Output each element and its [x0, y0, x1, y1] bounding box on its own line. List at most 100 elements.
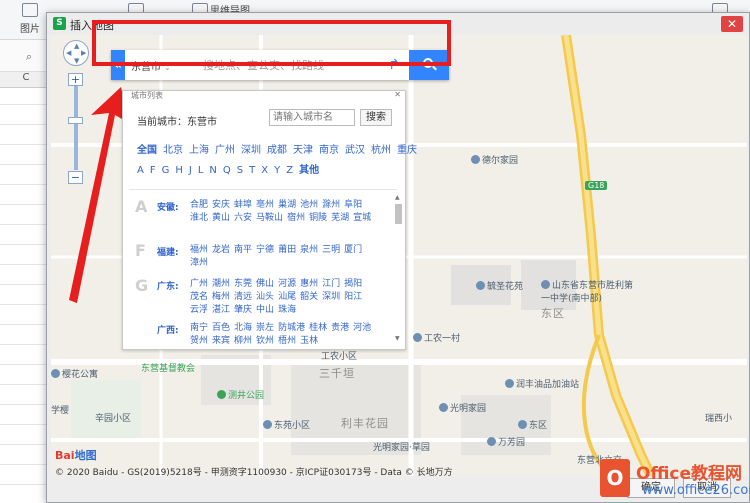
- zoom-out-button[interactable]: −: [68, 171, 83, 184]
- scroll-down-icon[interactable]: ▼: [395, 335, 400, 342]
- poi-label[interactable]: 东营基督教会: [141, 361, 195, 374]
- city-link[interactable]: 珠海: [278, 304, 296, 317]
- city-link[interactable]: 茂名: [190, 291, 208, 304]
- city-link[interactable]: 汕尾: [278, 291, 296, 304]
- city-link[interactable]: 揭阳: [344, 278, 362, 291]
- zoom-slider-track[interactable]: [74, 85, 78, 170]
- city-link[interactable]: 韶关: [300, 291, 318, 304]
- city-link[interactable]: 蚌埠: [234, 199, 252, 212]
- city-link[interactable]: 惠州: [300, 278, 318, 291]
- zoom-slider-handle[interactable]: [68, 117, 83, 124]
- city-link[interactable]: 肇庆: [234, 304, 252, 317]
- letter-link[interactable]: G: [162, 165, 170, 176]
- hot-city-link[interactable]: 成都: [267, 145, 287, 156]
- province-label[interactable]: 福建:: [157, 245, 179, 258]
- city-link[interactable]: 北海: [234, 322, 252, 335]
- city-link[interactable]: 河池: [353, 322, 371, 335]
- letter-link[interactable]: L: [198, 165, 204, 176]
- city-link[interactable]: 桂林: [309, 322, 327, 335]
- poi-label[interactable]: 东区: [518, 418, 547, 431]
- city-link[interactable]: 崇左: [256, 322, 274, 335]
- city-link[interactable]: 贺州: [190, 335, 208, 348]
- city-link[interactable]: 池州: [300, 199, 318, 212]
- city-link[interactable]: 清远: [234, 291, 252, 304]
- city-link[interactable]: 河源: [278, 278, 296, 291]
- toolbar-picture-label[interactable]: 图片: [20, 20, 40, 35]
- city-link[interactable]: 钦州: [256, 335, 274, 348]
- city-link[interactable]: 黄山: [212, 212, 230, 225]
- city-link[interactable]: 莆田: [278, 244, 296, 257]
- panel-scrollbar[interactable]: ▲ ▼: [395, 194, 402, 344]
- letter-link[interactable]: 其他: [299, 165, 319, 176]
- pan-right-icon[interactable]: ▶: [81, 49, 86, 57]
- city-link[interactable]: 淮北: [190, 212, 208, 225]
- zoom-icon[interactable]: ⌕: [26, 50, 32, 64]
- letter-link[interactable]: H: [175, 165, 183, 176]
- city-link[interactable]: 福州: [190, 244, 208, 257]
- hot-city-link[interactable]: 全国: [137, 145, 157, 156]
- city-link[interactable]: 梧州: [278, 335, 296, 348]
- city-link[interactable]: 宿州: [287, 212, 305, 225]
- poi-label[interactable]: 樱花公寓: [51, 367, 98, 380]
- scroll-up-icon[interactable]: ▲: [395, 194, 400, 201]
- city-link[interactable]: 湛江: [212, 304, 230, 317]
- letter-link[interactable]: F: [150, 165, 156, 176]
- city-link[interactable]: 贵港: [331, 322, 349, 335]
- poi-label[interactable]: 辛园小区: [95, 411, 131, 424]
- hot-city-link[interactable]: 北京: [163, 145, 183, 156]
- city-search-button[interactable]: 搜索: [360, 109, 392, 126]
- city-link[interactable]: 南宁: [190, 322, 208, 335]
- city-link[interactable]: 芜湖: [331, 212, 349, 225]
- city-link[interactable]: 汕头: [256, 291, 274, 304]
- hot-city-link[interactable]: 重庆: [397, 145, 417, 156]
- city-link[interactable]: 厦门: [344, 244, 362, 257]
- hot-city-link[interactable]: 杭州: [371, 145, 391, 156]
- poi-label[interactable]: 工农小区: [321, 349, 357, 362]
- hot-city-link[interactable]: 天津: [293, 145, 313, 156]
- letter-link[interactable]: Y: [274, 165, 280, 176]
- zoom-in-button[interactable]: +: [68, 73, 83, 86]
- letter-link[interactable]: J: [189, 165, 192, 176]
- letter-link[interactable]: S: [237, 165, 243, 176]
- poi-label[interactable]: 学樱: [51, 403, 69, 416]
- panel-close-icon[interactable]: ✕: [394, 90, 401, 99]
- poi-label[interactable]: 光明家园·草园: [373, 440, 430, 453]
- city-link[interactable]: 宁德: [256, 244, 274, 257]
- city-link[interactable]: 佛山: [256, 278, 274, 291]
- letter-link[interactable]: A: [137, 165, 144, 176]
- city-link[interactable]: 深圳: [322, 291, 340, 304]
- pan-control[interactable]: ▲ ▼ ◀ ▶: [63, 40, 89, 66]
- column-header-c[interactable]: C: [0, 72, 52, 88]
- city-link[interactable]: 三明: [322, 244, 340, 257]
- city-link[interactable]: 江门: [322, 278, 340, 291]
- city-link[interactable]: 东莞: [234, 278, 252, 291]
- pan-left-icon[interactable]: ◀: [66, 49, 71, 57]
- city-link[interactable]: 泉州: [300, 244, 318, 257]
- poi-label[interactable]: 润丰油品加油站: [505, 377, 579, 390]
- city-link[interactable]: 防城港: [278, 322, 305, 335]
- poi-label[interactable]: 光明家园: [439, 401, 486, 414]
- city-link[interactable]: 铜陵: [309, 212, 327, 225]
- poi-label[interactable]: 瑞西小: [705, 411, 732, 424]
- city-link[interactable]: 南平: [234, 244, 252, 257]
- city-link[interactable]: 巢湖: [278, 199, 296, 212]
- hot-city-link[interactable]: 南京: [319, 145, 339, 156]
- picture-icon[interactable]: [22, 3, 38, 17]
- city-link[interactable]: 亳州: [256, 199, 274, 212]
- city-link[interactable]: 龙岩: [212, 244, 230, 257]
- letter-link[interactable]: T: [249, 165, 255, 176]
- city-link[interactable]: 来宾: [212, 335, 230, 348]
- hot-city-link[interactable]: 广州: [215, 145, 235, 156]
- city-link[interactable]: 阳江: [344, 291, 362, 304]
- province-label[interactable]: 广西:: [157, 323, 179, 336]
- poi-label[interactable]: 山东省东营市胜利第一中学(南中部): [541, 278, 633, 304]
- city-link[interactable]: 合肥: [190, 199, 208, 212]
- hot-city-link[interactable]: 上海: [189, 145, 209, 156]
- poi-label[interactable]: 万芳园: [487, 435, 525, 448]
- city-link[interactable]: 柳州: [234, 335, 252, 348]
- city-link[interactable]: 漳州: [190, 257, 208, 270]
- city-link[interactable]: 广州: [190, 278, 208, 291]
- poi-label[interactable]: 毓圣花苑: [476, 279, 523, 292]
- letter-link[interactable]: Q: [223, 165, 231, 176]
- city-link[interactable]: 百色: [212, 322, 230, 335]
